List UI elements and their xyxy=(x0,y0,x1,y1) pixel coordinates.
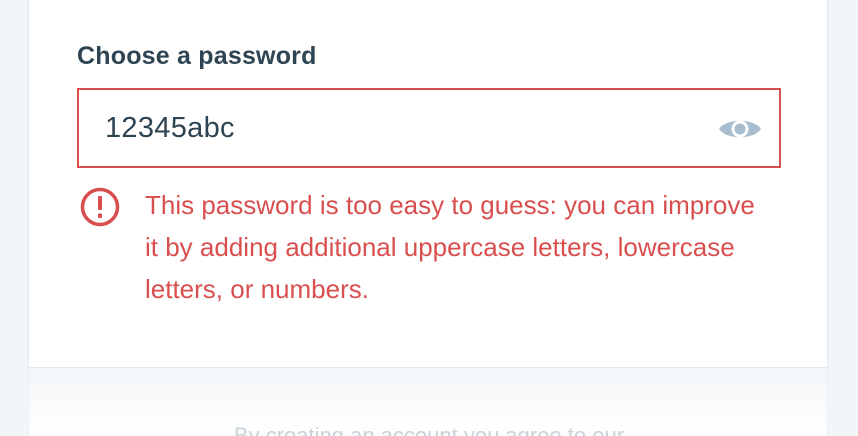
password-input-value[interactable]: 12345abc xyxy=(105,112,235,145)
password-input[interactable]: 12345abc xyxy=(77,88,781,168)
signup-page: Choose a password 12345abc This password… xyxy=(0,0,858,436)
exclamation-circle-icon xyxy=(80,187,120,227)
password-label: Choose a password xyxy=(77,42,317,70)
footer-section: By creating an account you agree to our xyxy=(28,369,828,436)
password-error-message: This password is too easy to guess: you … xyxy=(145,190,755,304)
eye-icon[interactable] xyxy=(717,114,763,144)
signup-form-card: Choose a password 12345abc This password… xyxy=(28,0,828,368)
terms-text: By creating an account you agree to our xyxy=(233,423,625,436)
